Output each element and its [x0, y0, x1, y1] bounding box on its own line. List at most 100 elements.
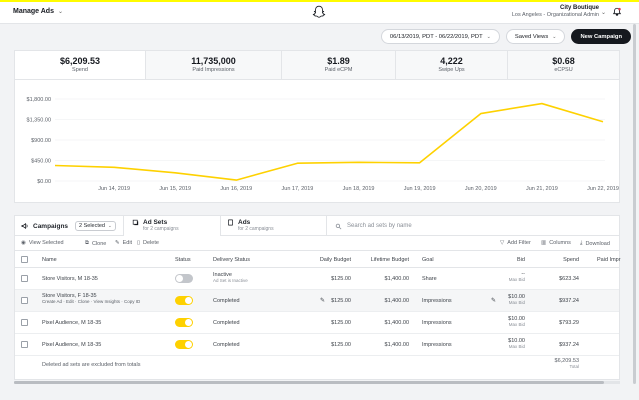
tab-campaigns-label: Campaigns	[33, 222, 69, 230]
metric-spend[interactable]: $6,209.53 Spend	[15, 51, 146, 79]
daily-budget: $125.00	[331, 276, 351, 282]
status-toggle[interactable]	[175, 318, 193, 327]
metric-paid-impressions[interactable]: 11,735,000 Paid Impressions	[146, 51, 282, 79]
column-spend[interactable]: Spend	[535, 257, 579, 263]
delivery-status: Inactive Ad Set is Inactive	[213, 272, 248, 283]
column-status[interactable]: Status	[175, 257, 191, 263]
table-row[interactable]: Pixel Audience, M 18-35 Completed $125.0…	[15, 312, 619, 334]
column-lifetime-budget[interactable]: Lifetime Budget	[355, 257, 409, 263]
spend-line-chart: $0.00 $450.00 $900.00 $1,350.00 $1,800.00 Jun…	[27, 97, 619, 192]
row-checkbox[interactable]	[21, 297, 28, 304]
adset-name[interactable]: Store Visitors, M 18-35	[42, 276, 98, 282]
row-checkbox[interactable]	[21, 341, 28, 348]
metric-ecpsu[interactable]: $0.68 eCPSU	[508, 51, 619, 79]
table-row[interactable]: Store Visitors, F 18-35 Create Ad · Edit …	[15, 290, 619, 312]
y-tick-label: $0.00	[37, 179, 51, 185]
metric-label: Swipe Ups	[438, 67, 465, 73]
row-checkbox[interactable]	[21, 319, 28, 326]
delivery-status-sub: Ad Set is Inactive	[213, 278, 248, 283]
adset-name-cell: Store Visitors, F 18-35 Create Ad · Edit …	[42, 293, 140, 304]
level-tabs: Campaigns 2 Selected ⌄ Ad Sets for 2 camp…	[15, 216, 619, 236]
tab-ads-label: Ads	[238, 219, 251, 226]
metric-swipe-ups[interactable]: 4,222 Swipe Ups	[396, 51, 508, 79]
x-tick-label: Jun 18, 2019	[343, 186, 375, 192]
x-tick-label: Jun 15, 2019	[159, 186, 191, 192]
table-toolbar: ◉ View Selected ⧉ Clone ✎ Edit ▯ Delete ▽ Add…	[15, 236, 619, 250]
controls-bar: 06/13/2019, PDT - 06/22/2019, PDT ⌄ Saved…	[380, 29, 631, 44]
copy-icon: ⧉	[85, 240, 89, 246]
new-campaign-button[interactable]: New Campaign	[571, 29, 631, 44]
metric-value: $0.68	[552, 56, 575, 66]
y-tick-label: $1,350.00	[27, 118, 51, 124]
snapchat-ghost-icon[interactable]	[312, 5, 326, 19]
edit-button[interactable]: ✎ Edit	[115, 240, 132, 246]
download-label: Download	[585, 240, 610, 247]
column-daily-budget[interactable]: Daily Budget	[295, 257, 351, 263]
adset-name[interactable]: Pixel Audience, M 18-35	[42, 320, 101, 326]
column-bid[interactable]: Bid	[485, 257, 525, 263]
x-tick-label: Jun 16, 2019	[220, 186, 252, 192]
x-tick-label: Jun 17, 2019	[282, 186, 314, 192]
x-tick-label: Jun 19, 2019	[404, 186, 436, 192]
metric-value: $6,209.53	[59, 56, 101, 66]
select-all-checkbox[interactable]	[21, 256, 28, 263]
bid-cell: $10.00 Max Bid	[485, 294, 525, 305]
status-toggle[interactable]	[175, 340, 193, 349]
metric-label: eCPSU	[554, 67, 573, 73]
delete-label: Delete	[143, 240, 159, 246]
columns-button[interactable]: ▥ Columns	[541, 240, 571, 246]
saved-views-label: Saved Views	[514, 33, 549, 40]
tab-ad-sets-sub: for 2 campaigns	[143, 226, 179, 232]
horizontal-scrollbar[interactable]	[14, 381, 620, 384]
daily-budget: $125.00	[331, 342, 351, 348]
column-name[interactable]: Name	[42, 257, 57, 263]
columns-icon: ▥	[541, 240, 547, 246]
date-range-picker[interactable]: 06/13/2019, PDT - 06/22/2019, PDT ⌄	[380, 29, 500, 44]
table-row[interactable]: Pixel Audience, M 18-35 Completed $125.0…	[15, 334, 619, 356]
total-label: Total	[569, 364, 579, 369]
bell-icon[interactable]	[612, 7, 622, 17]
bid-cell: -- Max Bid	[485, 271, 525, 282]
saved-views-dropdown[interactable]: Saved Views ⌄	[505, 29, 566, 44]
delete-button[interactable]: ▯ Delete	[137, 240, 159, 246]
chevron-down-icon: ⌄	[486, 33, 491, 40]
row-checkbox[interactable]	[21, 275, 28, 282]
x-tick-label: Jun 20, 2019	[465, 186, 497, 192]
selected-campaigns-dropdown[interactable]: 2 Selected ⌄	[75, 221, 116, 231]
add-filter-button[interactable]: ▽ Add Filter	[500, 240, 531, 246]
manage-ads-menu[interactable]: Manage Ads ⌄	[13, 8, 63, 15]
view-selected-label: View Selected	[28, 240, 64, 246]
x-tick-label: Jun 21, 2019	[526, 186, 558, 192]
megaphone-icon	[21, 222, 28, 230]
bid-cell: $10.00 Max Bid	[485, 338, 525, 349]
adset-name[interactable]: Pixel Audience, M 18-35	[42, 342, 101, 348]
vertical-scrollbar[interactable]	[632, 24, 636, 394]
chevron-down-icon[interactable]: ⌄	[601, 9, 606, 16]
spend: $937.24	[559, 342, 579, 348]
account-switcher[interactable]: City Boutique Los Angeles - Organization…	[512, 5, 599, 18]
clone-button[interactable]: ⧉ Clone	[85, 240, 106, 247]
tab-ad-sets[interactable]: Ad Sets for 2 campaigns	[123, 216, 221, 236]
goal: Impressions	[422, 342, 452, 348]
column-paid-impressions[interactable]: Paid Impr	[597, 257, 621, 263]
status-toggle[interactable]	[175, 274, 193, 283]
view-selected-button[interactable]: ◉ View Selected	[21, 240, 64, 246]
x-tick-label: Jun 14, 2019	[98, 186, 130, 192]
pencil-icon: ✎	[115, 240, 120, 246]
daily-budget: $125.00	[331, 320, 351, 326]
adset-search-input[interactable]: Search ad sets by name	[326, 216, 621, 236]
stats-card: $6,209.53 Spend 11,735,000 Paid Impression…	[14, 50, 620, 203]
table-row[interactable]: Store Visitors, M 18-35 Inactive Ad Set i…	[15, 268, 619, 290]
tab-ads[interactable]: Ads for 2 campaigns	[227, 219, 274, 232]
column-delivery-status[interactable]: Delivery Status	[213, 257, 250, 263]
lifetime-budget: $1,400.00	[384, 298, 409, 304]
lifetime-budget: $1,400.00	[384, 320, 409, 326]
tab-campaigns[interactable]: Campaigns	[21, 222, 68, 230]
row-action-links[interactable]: Create Ad · Edit · Clone · View Insights…	[42, 299, 140, 304]
download-button[interactable]: ⤓ Download	[580, 240, 610, 247]
metric-paid-ecpm[interactable]: $1.89 Paid eCPM	[282, 51, 396, 79]
bid-cell: $10.00 Max Bid	[485, 316, 525, 327]
column-goal[interactable]: Goal	[422, 257, 434, 263]
bid-sub: Max Bid	[508, 344, 525, 349]
status-toggle[interactable]	[175, 296, 193, 305]
